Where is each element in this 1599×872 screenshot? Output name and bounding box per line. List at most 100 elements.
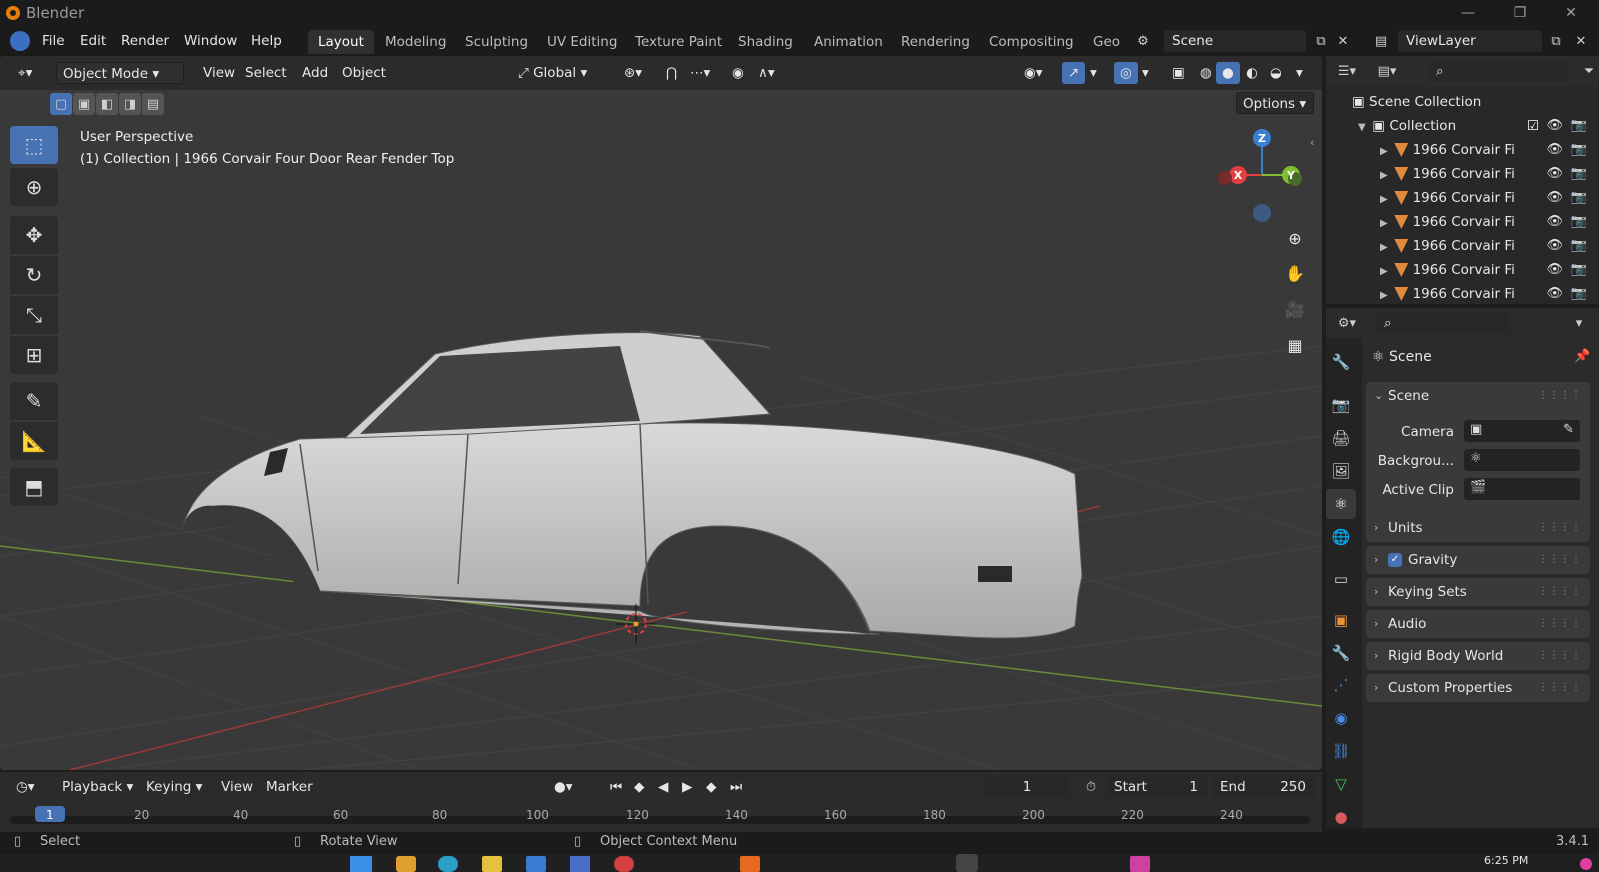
scene-field[interactable]: Scene	[1164, 30, 1306, 52]
play-reverse-icon[interactable]: ◀	[652, 776, 674, 798]
drag-handle-icon[interactable]: ⋮⋮⋮⋮	[1538, 382, 1582, 410]
camera-view-icon[interactable]: 🎥	[1280, 294, 1310, 324]
properties-editor-type-icon[interactable]: ⚙▾	[1336, 312, 1358, 334]
data-tab-icon[interactable]: ▽	[1326, 769, 1356, 799]
tab-rendering[interactable]: Rendering	[891, 30, 980, 54]
scene-tab-icon[interactable]: ⚛	[1326, 489, 1356, 519]
pivot-point-icon[interactable]: ⊛▾	[618, 62, 648, 84]
gizmo-toggle-icon[interactable]: ↗	[1062, 62, 1086, 84]
scene-collection-row[interactable]: ▣ Scene Collection	[1326, 90, 1599, 114]
properties-search-input[interactable]: ⌕	[1376, 312, 1510, 334]
drag-handle-icon[interactable]: ⋮⋮⋮⋮	[1538, 546, 1582, 574]
rotate-tool-icon[interactable]: ↻	[10, 256, 58, 294]
chevron-down-icon[interactable]: ⌄	[1374, 382, 1383, 410]
next-keyframe-icon[interactable]: ◆	[700, 776, 722, 798]
tab-compositing[interactable]: Compositing	[979, 30, 1084, 54]
stopwatch-icon[interactable]: ⏱	[1080, 776, 1102, 798]
camera-icon[interactable]: 📷	[1571, 186, 1587, 210]
eye-icon[interactable]: 👁	[1546, 282, 1563, 304]
tab-geometry-nodes[interactable]: Geo	[1083, 30, 1130, 54]
list-item[interactable]: ▶ 1966 Corvair Fi 👁 📷	[1326, 210, 1599, 234]
taskbar-blender-icon[interactable]	[956, 854, 978, 872]
proportional-edit-icon[interactable]: ◉	[726, 62, 750, 84]
transform-orientation-dropdown[interactable]: ⤢ Global ▾	[512, 62, 608, 84]
drag-handle-icon[interactable]: ⋮⋮⋮⋮	[1538, 642, 1582, 670]
jump-end-icon[interactable]: ⏭	[724, 776, 748, 798]
audio-panel[interactable]: › Audio ⋮⋮⋮⋮	[1366, 610, 1590, 638]
select-new-icon[interactable]: ▢	[50, 93, 72, 115]
taskbar-app-icon[interactable]	[438, 856, 458, 872]
annotate-tool-icon[interactable]: ✎	[10, 382, 58, 420]
new-scene-icon[interactable]: ⧉	[1310, 30, 1332, 52]
taskbar-app-icon[interactable]	[396, 856, 416, 872]
object-mode-dropdown[interactable]: Object Mode ▾	[56, 62, 184, 84]
properties-options-icon[interactable]: ▾	[1568, 312, 1590, 334]
list-item[interactable]: ▶ 1966 Corvair Fi 👁 📷	[1326, 258, 1599, 282]
marker-menu[interactable]: Marker	[260, 776, 319, 798]
3d-viewport[interactable]: Z X Y ⌖▾ Object Mode ▾ View Select Add O…	[0, 56, 1322, 770]
start-menu-icon[interactable]	[350, 856, 372, 872]
delete-scene-icon[interactable]: ✕	[1332, 30, 1354, 52]
render-tab-icon[interactable]: 📷	[1326, 390, 1356, 420]
select-subtract-icon[interactable]: ◧	[96, 93, 118, 115]
add-cube-tool-icon[interactable]: ⬒	[10, 468, 58, 506]
particles-tab-icon[interactable]: ⋰	[1326, 670, 1356, 700]
taskbar-app-icon[interactable]	[614, 856, 634, 872]
menu-help[interactable]: Help	[251, 31, 282, 51]
wireframe-shading-icon[interactable]: ◍	[1194, 62, 1218, 84]
playback-dropdown[interactable]: Playback ▾	[56, 776, 139, 798]
taskbar-app-icon[interactable]	[1130, 856, 1150, 872]
constraints-tab-icon[interactable]: ⛓	[1326, 736, 1356, 766]
menu-select[interactable]: Select	[239, 62, 293, 84]
list-item[interactable]: ▶ 1966 Corvair Fi 👁 📷	[1326, 138, 1599, 162]
current-frame-field[interactable]: 1	[984, 776, 1070, 798]
eye-icon[interactable]: 👁	[1546, 258, 1563, 282]
eye-icon[interactable]: 👁	[1546, 234, 1563, 258]
taskbar-app-icon[interactable]	[482, 856, 502, 872]
pin-icon[interactable]: 📌	[1574, 349, 1590, 364]
taskbar-app-icon[interactable]	[570, 856, 590, 872]
transform-tool-icon[interactable]: ⊞	[10, 336, 58, 374]
drag-handle-icon[interactable]: ⋮⋮⋮⋮	[1538, 610, 1582, 638]
play-icon[interactable]: ▶	[676, 776, 698, 798]
rigid-body-world-panel[interactable]: › Rigid Body World ⋮⋮⋮⋮	[1366, 642, 1590, 670]
camera-icon[interactable]: 📷	[1571, 114, 1587, 138]
close-icon[interactable]: ✕	[1548, 2, 1594, 24]
viewlayer-field[interactable]: ViewLayer	[1398, 30, 1542, 52]
select-intersect-icon[interactable]: ▤	[142, 93, 164, 115]
camera-field[interactable]: ▣ ✎	[1464, 420, 1580, 442]
tab-texture-paint[interactable]: Texture Paint	[625, 30, 732, 54]
timeline-scrollbar[interactable]	[10, 816, 1310, 824]
tab-modeling[interactable]: Modeling	[375, 30, 456, 54]
timeline-view-menu[interactable]: View	[215, 776, 259, 798]
snap-icon[interactable]: ⋂	[660, 62, 683, 84]
visibility-icon[interactable]: ◉▾	[1018, 62, 1049, 84]
sidebar-toggle-icon[interactable]: ‹	[1310, 136, 1314, 149]
viewlayer-browse-icon[interactable]: ▤	[1370, 30, 1392, 52]
camera-icon[interactable]: 📷	[1571, 138, 1587, 162]
measure-tool-icon[interactable]: 📐	[10, 422, 58, 460]
cursor-tool-icon[interactable]: ⊕	[10, 168, 58, 206]
select-box-tool-icon[interactable]: ⬚	[10, 126, 58, 164]
options-dropdown[interactable]: Options ▾	[1236, 92, 1314, 114]
xray-icon[interactable]: ▣	[1166, 62, 1191, 84]
zoom-icon[interactable]: ⊕	[1280, 223, 1310, 253]
outliner-search-input[interactable]: ⌕	[1428, 60, 1568, 82]
material-tab-icon[interactable]: ●	[1326, 802, 1356, 832]
eye-icon[interactable]: 👁	[1546, 114, 1563, 138]
overlays-toggle-icon[interactable]: ◎	[1114, 62, 1138, 84]
camera-icon[interactable]: 📷	[1571, 210, 1587, 234]
prev-keyframe-icon[interactable]: ◆	[628, 776, 650, 798]
eye-icon[interactable]: 👁	[1546, 162, 1563, 186]
timeline-editor-type-icon[interactable]: ◷▾	[10, 776, 41, 798]
drag-handle-icon[interactable]: ⋮⋮⋮⋮	[1538, 514, 1582, 542]
blender-menu-icon[interactable]	[10, 31, 30, 51]
scene-panel-title[interactable]: Scene	[1388, 388, 1429, 404]
eye-icon[interactable]: 👁	[1546, 138, 1563, 162]
filter-icon[interactable]: ⏷	[1578, 60, 1599, 82]
jump-start-icon[interactable]: ⏮	[604, 776, 628, 798]
keying-dropdown[interactable]: Keying ▾	[140, 776, 208, 798]
drag-handle-icon[interactable]: ⋮⋮⋮⋮	[1538, 674, 1582, 702]
select-invert-icon[interactable]: ◨	[119, 93, 141, 115]
shading-dropdown-icon[interactable]: ▾	[1290, 62, 1309, 84]
